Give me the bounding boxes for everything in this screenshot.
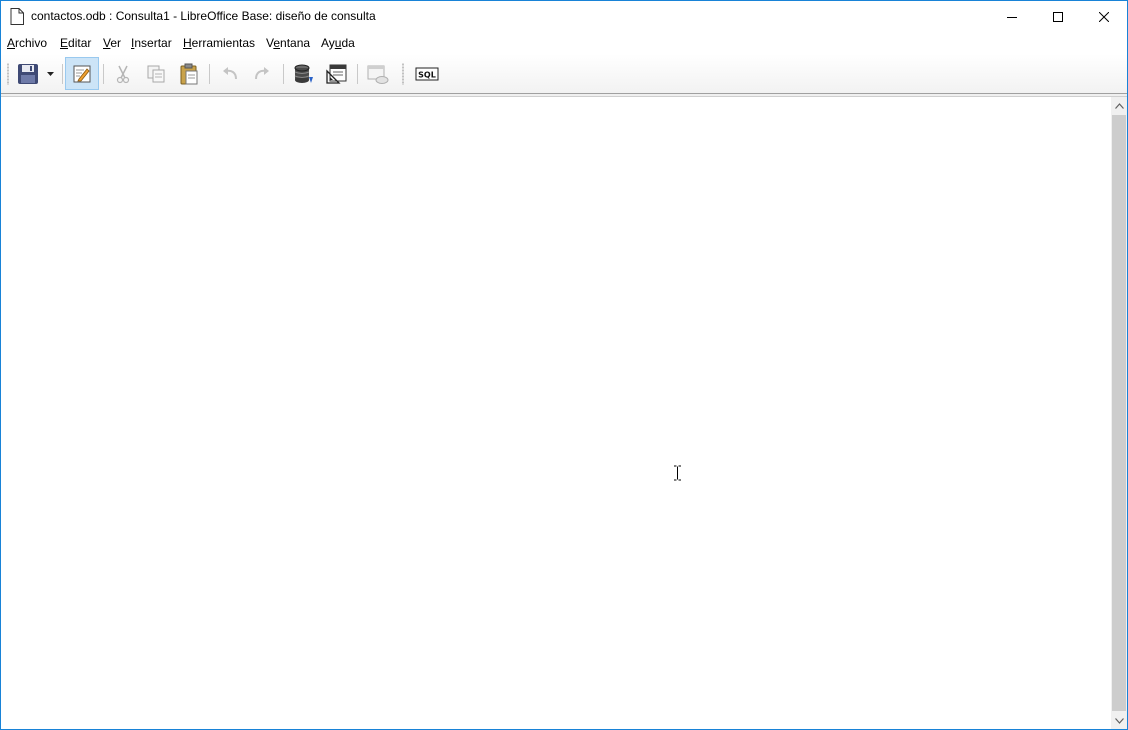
- cut-button[interactable]: [109, 60, 137, 88]
- design-view-button[interactable]: [323, 60, 351, 88]
- toolbar-grip[interactable]: [402, 63, 404, 85]
- save-button[interactable]: [14, 60, 42, 88]
- add-table-button[interactable]: [364, 60, 392, 88]
- menu-insertar[interactable]: Insertar: [131, 36, 172, 50]
- minimize-button[interactable]: [989, 1, 1035, 32]
- maximize-icon: [1053, 11, 1063, 22]
- design-view-icon: [326, 64, 347, 84]
- title-bar: contactos.odb : Consulta1 - LibreOffice …: [1, 1, 1127, 32]
- scroll-up-button[interactable]: [1111, 97, 1127, 114]
- menu-bar: Archivo Editar Ver Insertar Herramientas…: [1, 32, 1127, 54]
- toolbar-grip[interactable]: [7, 63, 9, 85]
- text-cursor-icon: [674, 465, 681, 481]
- run-query-icon: [294, 64, 313, 83]
- chevron-up-icon: [1114, 102, 1124, 109]
- copy-icon: [147, 65, 165, 83]
- edit-mode-button[interactable]: [65, 57, 99, 90]
- query-design-area[interactable]: [1, 97, 1111, 729]
- toolbar-separator: [62, 64, 63, 84]
- undo-button[interactable]: [216, 60, 244, 88]
- edit-mode-icon: [73, 65, 91, 82]
- close-button[interactable]: [1081, 1, 1127, 32]
- add-table-icon: [367, 65, 389, 84]
- undo-icon: [223, 67, 237, 80]
- toolbar-separator: [357, 64, 358, 84]
- menu-ayuda[interactable]: Ayuda: [321, 36, 355, 50]
- redo-icon: [255, 67, 269, 80]
- copy-button[interactable]: [142, 60, 170, 88]
- scrollbar-thumb[interactable]: [1112, 115, 1126, 711]
- save-dropdown-button[interactable]: [43, 60, 57, 88]
- run-query-button[interactable]: [289, 60, 317, 88]
- window-title: contactos.odb : Consulta1 - LibreOffice …: [31, 9, 376, 23]
- vertical-scrollbar[interactable]: [1111, 97, 1127, 729]
- minimize-icon: [1007, 16, 1017, 18]
- paste-icon: [180, 63, 198, 85]
- save-icon: [18, 64, 38, 84]
- sql-icon: SQL: [415, 67, 439, 81]
- document-icon: [10, 8, 24, 25]
- toolbar-separator: [103, 64, 104, 84]
- toolbar-separator: [283, 64, 284, 84]
- toolbar-separator: [209, 64, 210, 84]
- cut-icon: [116, 65, 130, 84]
- sql-button[interactable]: SQL: [413, 60, 441, 88]
- standard-toolbar: SQL: [1, 54, 1127, 93]
- menu-herramientas[interactable]: Herramientas: [183, 36, 255, 50]
- maximize-button[interactable]: [1035, 1, 1081, 32]
- menu-ventana[interactable]: Ventana: [266, 36, 310, 50]
- close-icon: [1099, 11, 1109, 22]
- menu-archivo[interactable]: Archivo: [7, 36, 47, 50]
- menu-ver[interactable]: Ver: [103, 36, 121, 50]
- svg-text:SQL: SQL: [418, 71, 436, 80]
- redo-button[interactable]: [248, 60, 276, 88]
- scroll-down-button[interactable]: [1111, 712, 1127, 729]
- menu-editar[interactable]: Editar: [60, 36, 91, 50]
- dropdown-arrow-icon: [46, 72, 54, 76]
- chevron-down-icon: [1114, 717, 1124, 724]
- libreoffice-base-window: contactos.odb : Consulta1 - LibreOffice …: [0, 0, 1128, 730]
- paste-button[interactable]: [175, 60, 203, 88]
